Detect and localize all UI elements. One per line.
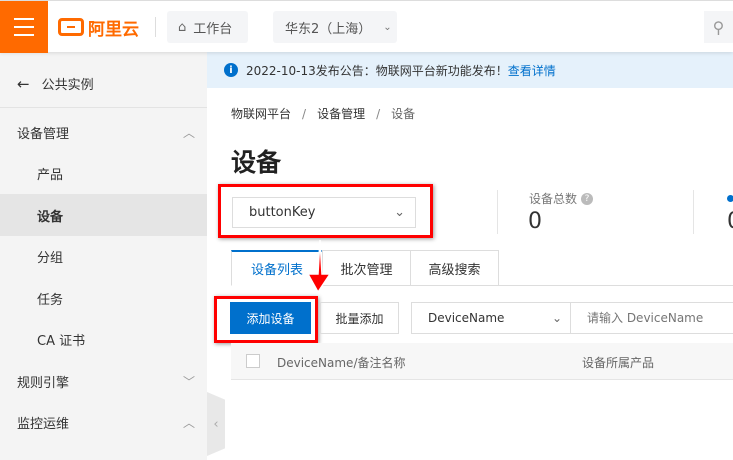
status-dot-icon (727, 195, 733, 202)
stat-online-value: 0 (727, 209, 733, 234)
red-arrow-annotation (306, 239, 332, 294)
highlight-box (218, 184, 433, 238)
sidebar: ← 公共实例 设备管理 ︿ 产品 设备 分组 任务 CA 证书 规则引擎 ﹀ 监控运维… (0, 52, 207, 460)
sidebar-item-label: 监控运维 (17, 416, 70, 432)
divider (155, 17, 156, 37)
sidebar-item-label: 设备 (37, 209, 64, 225)
stat-total-value: 0 (528, 209, 542, 234)
chevron-left-icon: ‹ (213, 416, 219, 432)
home-icon: ⌂ (178, 19, 187, 35)
chevron-down-icon: ⌄ (383, 21, 392, 33)
sidebar-item-devices[interactable]: 设备 (0, 194, 207, 236)
announcement-bar: i 2022-10-13发布公告：物联网平台新功能发布！ 查看详情 (207, 52, 733, 88)
back-public-instance[interactable]: ← 公共实例 (0, 60, 207, 108)
chevron-up-icon: ︿ (182, 125, 195, 140)
announcement-link[interactable]: 查看详情 (508, 62, 556, 79)
sidebar-collapse-handle[interactable]: ‹ (207, 392, 225, 456)
sidebar-item-label: 规则引擎 (17, 375, 70, 391)
sidebar-item-products[interactable]: 产品 (0, 152, 207, 194)
chevron-down-icon: ﹀ (182, 374, 195, 389)
sidebar-item-label: 任务 (37, 292, 64, 308)
logo-icon (58, 18, 84, 36)
tab-advanced-search[interactable]: 高级搜索 (410, 250, 499, 286)
top-bar: 阿里云 ⌂ 工作台 华东2（上海） ⌄ ⚲ (0, 0, 733, 53)
workbench-button[interactable]: ⌂ 工作台 (167, 11, 248, 43)
tab-label: 批次管理 (340, 262, 393, 278)
announcement-text: 2022-10-13发布公告：物联网平台新功能发布！ (246, 63, 508, 78)
sidebar-item-label: 设备管理 (17, 126, 70, 142)
sidebar-item-label: CA 证书 (37, 333, 86, 349)
column-header: 设备所属产品 (582, 356, 655, 370)
stat-total: 设备总数? (529, 190, 594, 207)
select-all-checkbox[interactable] (246, 354, 260, 368)
sidebar-item-device-management[interactable]: 设备管理 ︿ (0, 111, 207, 153)
device-search-input[interactable] (570, 302, 733, 334)
info-icon: i (224, 63, 238, 77)
sidebar-item-label: 产品 (37, 167, 64, 183)
table-header: DeviceName/备注名称 设备所属产品 (231, 343, 733, 380)
sidebar-item-label: 分组 (37, 250, 64, 266)
chevron-down-icon: ⌄ (551, 311, 562, 325)
aliyun-logo[interactable]: 阿里云 (58, 15, 139, 40)
breadcrumb: 物联网平台 / 设备管理 / 设备 (231, 107, 416, 121)
tab-label: 高级搜索 (428, 262, 481, 278)
menu-button[interactable] (0, 1, 48, 53)
arrow-left-icon: ← (17, 74, 30, 93)
search-button[interactable]: ⚲ (704, 11, 733, 43)
breadcrumb-item[interactable]: 物联网平台 (231, 107, 291, 121)
logo-text: 阿里云 (88, 19, 139, 40)
sidebar-item-tasks[interactable]: 任务 (0, 277, 207, 319)
region-label: 华东2（上海） (285, 21, 372, 37)
chevron-up-icon: ︿ (182, 415, 195, 430)
divider (497, 190, 498, 234)
sidebar-item-ca-cert[interactable]: CA 证书 (0, 318, 207, 360)
workbench-label: 工作台 (193, 21, 233, 37)
help-icon[interactable]: ? (581, 192, 594, 205)
batch-add-button[interactable]: 批量添加 (320, 302, 399, 334)
field-select-value: DeviceName (428, 311, 505, 325)
divider (693, 190, 694, 234)
highlight-box (214, 296, 318, 343)
stat-total-label: 设备总数 (529, 192, 578, 206)
breadcrumb-item[interactable]: 设备管理 (317, 107, 365, 121)
sidebar-item-monitoring[interactable]: 监控运维 ︿ (0, 401, 207, 443)
back-label: 公共实例 (41, 78, 94, 93)
field-select[interactable]: DeviceName ⌄ (411, 302, 571, 334)
page-title: 设备 (231, 148, 282, 177)
search-icon: ⚲ (712, 17, 725, 37)
sidebar-item-rule-engine[interactable]: 规则引擎 ﹀ (0, 360, 207, 402)
breadcrumb-item: 设备 (391, 107, 416, 121)
sidebar-item-groups[interactable]: 分组 (0, 235, 207, 277)
region-select[interactable]: 华东2（上海） ⌄ (273, 11, 397, 43)
column-header: DeviceName/备注名称 (277, 356, 406, 370)
tab-label: 设备列表 (250, 263, 303, 278)
